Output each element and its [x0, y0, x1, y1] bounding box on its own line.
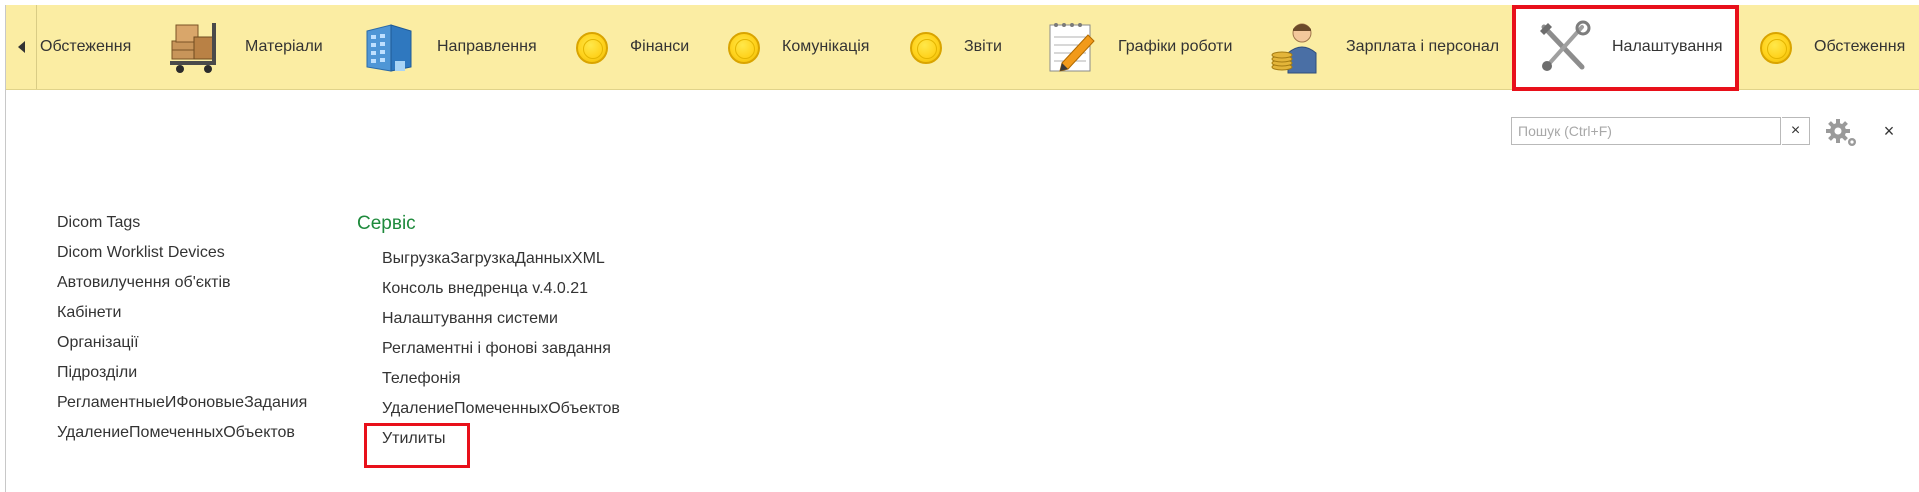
gear-icon[interactable] — [1824, 117, 1860, 149]
search-clear-button[interactable]: × — [1782, 117, 1810, 145]
scroll-left-arrow-icon[interactable] — [6, 5, 37, 89]
notepad-pencil-icon — [1049, 23, 1095, 72]
coin-icon — [910, 32, 942, 64]
section-label: Фінанси — [630, 38, 690, 55]
search-input[interactable] — [1511, 117, 1781, 145]
coin-icon — [576, 32, 608, 64]
section-label: Звіти — [964, 38, 1002, 55]
section-label: Налаштування — [1612, 38, 1723, 55]
list-item[interactable]: Консоль внедренца v.4.0.21 — [382, 280, 588, 298]
section-label: Обстеження — [40, 38, 132, 55]
section-label: Графіки роботи — [1118, 38, 1233, 55]
boxes-cart-icon — [170, 23, 216, 73]
worker-coins-icon — [1271, 23, 1317, 74]
section-label: Направлення — [437, 38, 537, 55]
list-item[interactable]: Підрозділи — [57, 364, 137, 382]
list-item[interactable]: ВыгрузкаЗагрузкаДанныхXML — [382, 250, 605, 268]
list-item[interactable]: УдалениеПомеченныхОбъектов — [57, 424, 295, 442]
list-item[interactable]: Dicom Tags — [57, 214, 140, 232]
section-label: Матеріали — [245, 38, 323, 55]
close-panel-button[interactable]: × — [1876, 117, 1902, 145]
utilities-highlight — [364, 423, 470, 468]
section-label: Обстеження — [1814, 38, 1906, 55]
list-item[interactable]: Dicom Worklist Devices — [57, 244, 225, 262]
list-item[interactable]: Кабінети — [57, 304, 121, 322]
service-group-title: Сервіс — [357, 213, 416, 234]
section-label: Зарплата і персонал — [1346, 38, 1500, 55]
coin-icon — [1760, 32, 1792, 64]
list-item[interactable]: Регламентні і фонові завдання — [382, 340, 611, 358]
tools-icon — [1540, 20, 1591, 71]
list-item[interactable]: Організації — [57, 334, 139, 352]
coin-icon — [728, 32, 760, 64]
list-item[interactable]: Автовилучення об'єктів — [57, 274, 231, 292]
list-item[interactable]: РегламентныеИФоновыеЗадания — [57, 394, 307, 412]
section-label: Комунікація — [782, 38, 870, 55]
building-icon — [366, 24, 412, 72]
list-item[interactable]: Телефонія — [382, 370, 461, 388]
list-item[interactable]: Налаштування системи — [382, 310, 558, 328]
list-item[interactable]: УдалениеПомеченныхОбъектов — [382, 400, 620, 418]
